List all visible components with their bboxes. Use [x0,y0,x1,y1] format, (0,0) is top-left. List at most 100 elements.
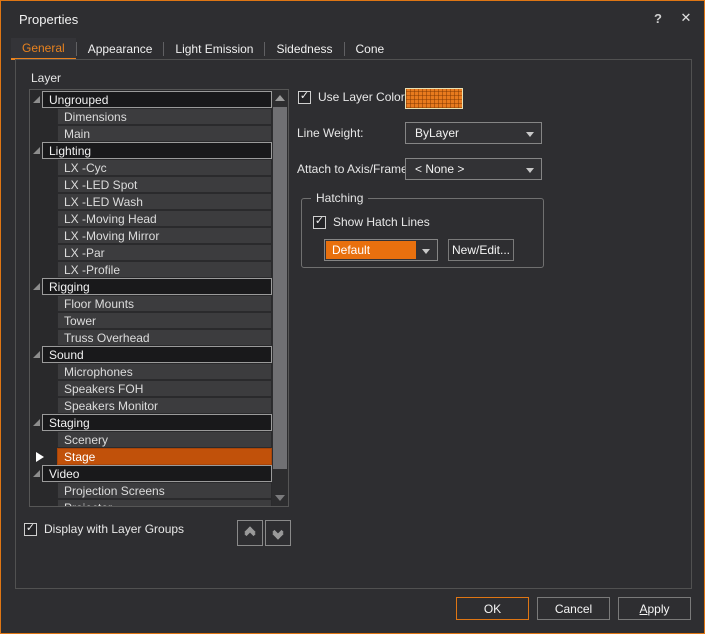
expander-icon[interactable] [33,96,40,103]
tree-item-lx-cyc[interactable]: LX -Cyc [57,159,272,176]
layer-section-label: Layer [31,71,61,85]
titlebar[interactable]: Properties ? ✕ [1,1,704,38]
ok-button[interactable]: OK [456,597,529,620]
tab-general[interactable]: General [11,38,76,60]
tree-item-lx-moving-head[interactable]: LX -Moving Head [57,210,272,227]
close-icon: ✕ [681,10,692,26]
tree-row: Scenery [30,431,272,448]
chevron-down-icon [526,132,534,137]
expander-icon[interactable] [33,419,40,426]
layer-color-swatch[interactable] [405,88,463,109]
attach-axis-frame-dropdown[interactable]: < None > [405,158,542,180]
checkbox-box: ✓ [24,523,37,536]
tab-sidedness[interactable]: Sidedness [265,38,343,60]
tree-row: Stage [30,448,272,465]
expander-icon[interactable] [33,351,40,358]
tree-row: Rigging [30,278,272,295]
new-edit-label: New/Edit... [452,243,510,257]
help-button[interactable]: ? [644,1,672,35]
tree-item-microphones[interactable]: Microphones [57,363,272,380]
tab-cone[interactable]: Cone [345,38,396,60]
line-weight-dropdown[interactable]: ByLayer [405,122,542,144]
tab-light-emission[interactable]: Light Emission [164,38,264,60]
scroll-up-icon[interactable] [275,95,285,101]
expander-icon[interactable] [33,147,40,154]
tree-item-label: LX -LED Spot [64,178,137,192]
tab-appearance[interactable]: Appearance [77,38,164,60]
apply-button[interactable]: Apply [618,597,691,620]
tree-item-speakers-monitor[interactable]: Speakers Monitor [57,397,272,414]
tree-item-stage-selected[interactable]: Stage [57,448,272,465]
tree-row: Main [30,125,272,142]
tree-item-lx-moving-mirror[interactable]: LX -Moving Mirror [57,227,272,244]
layer-tree-rows: Ungrouped Dimensions Main Lighting LX -C… [30,91,272,507]
tree-row: Truss Overhead [30,329,272,346]
use-layer-color-checkbox[interactable]: ✓ Use Layer Color [298,90,405,104]
scroll-down-icon[interactable] [275,495,285,501]
layer-tree[interactable]: Ungrouped Dimensions Main Lighting LX -C… [29,89,289,507]
cancel-button[interactable]: Cancel [537,597,610,620]
tree-item-lx-profile[interactable]: LX -Profile [57,261,272,278]
tree-group-rigging[interactable]: Rigging [42,278,272,295]
tree-item-lx-led-spot[interactable]: LX -LED Spot [57,176,272,193]
chevron-down-icon [422,249,430,254]
tree-item-projector[interactable]: Projector [57,499,272,507]
tree-row: Floor Mounts [30,295,272,312]
tree-item-lx-par[interactable]: LX -Par [57,244,272,261]
tree-row: LX -Moving Head [30,210,272,227]
tree-group-ungrouped[interactable]: Ungrouped [42,91,272,108]
tree-row: Dimensions [30,108,272,125]
move-up-button[interactable] [237,520,263,546]
new-edit-button[interactable]: New/Edit... [448,239,514,261]
dropdown-arrow-cell[interactable] [416,241,436,259]
tree-item-label: LX -Moving Mirror [64,229,159,243]
properties-dialog: Properties ? ✕ General Appearance Light … [0,0,705,634]
tree-group-sound[interactable]: Sound [42,346,272,363]
tree-item-tower[interactable]: Tower [57,312,272,329]
apply-label-rest: pply [648,602,670,616]
tree-item-scenery[interactable]: Scenery [57,431,272,448]
expander-icon[interactable] [33,283,40,290]
line-weight-value: ByLayer [415,126,459,140]
tree-item-main[interactable]: Main [57,125,272,142]
tree-row: LX -LED Wash [30,193,272,210]
tree-item-lx-led-wash[interactable]: LX -LED Wash [57,193,272,210]
chevron-down-icon [526,168,534,173]
hatching-legend: Hatching [311,191,368,205]
tree-row: Speakers FOH [30,380,272,397]
tab-strip: General Appearance Light Emission Sidedn… [11,38,395,60]
tree-item-truss-overhead[interactable]: Truss Overhead [57,329,272,346]
tree-row: Projection Screens [30,482,272,499]
tree-scrollbar[interactable] [272,90,288,506]
tree-item-speakers-foh[interactable]: Speakers FOH [57,380,272,397]
tree-group-video[interactable]: Video [42,465,272,482]
scrollbar-thumb[interactable] [273,107,287,469]
close-button[interactable]: ✕ [672,1,700,35]
hatch-pattern-dropdown[interactable]: Default [324,239,438,261]
tree-item-floor-mounts[interactable]: Floor Mounts [57,295,272,312]
move-down-button[interactable] [265,520,291,546]
tree-item-label: LX -Cyc [64,161,107,175]
hatch-pattern-value: Default [326,241,416,259]
tree-item-projection-screens[interactable]: Projection Screens [57,482,272,499]
tree-item-dimensions[interactable]: Dimensions [57,108,272,125]
tree-item-label: Sound [49,348,84,362]
show-hatch-lines-checkbox[interactable]: ✓ Show Hatch Lines [313,215,430,229]
display-with-layer-groups-checkbox[interactable]: ✓ Display with Layer Groups [24,522,184,536]
tree-group-staging[interactable]: Staging [42,414,272,431]
tree-item-label: LX -Profile [64,263,120,277]
tree-item-label: Ungrouped [49,93,108,107]
current-item-arrow-icon [36,452,44,462]
tree-item-label: Scenery [64,433,108,447]
tree-item-label: Projection Screens [64,484,165,498]
expander-icon[interactable] [33,470,40,477]
tree-row: LX -LED Spot [30,176,272,193]
ok-label: OK [484,602,501,616]
attach-axis-frame-value: < None > [415,162,464,176]
tree-item-label: Stage [64,450,95,464]
tree-row: LX -Cyc [30,159,272,176]
tree-item-label: Speakers Monitor [64,399,158,413]
tree-item-label: Rigging [49,280,90,294]
tree-group-lighting[interactable]: Lighting [42,142,272,159]
line-weight-label: Line Weight: [297,126,364,140]
